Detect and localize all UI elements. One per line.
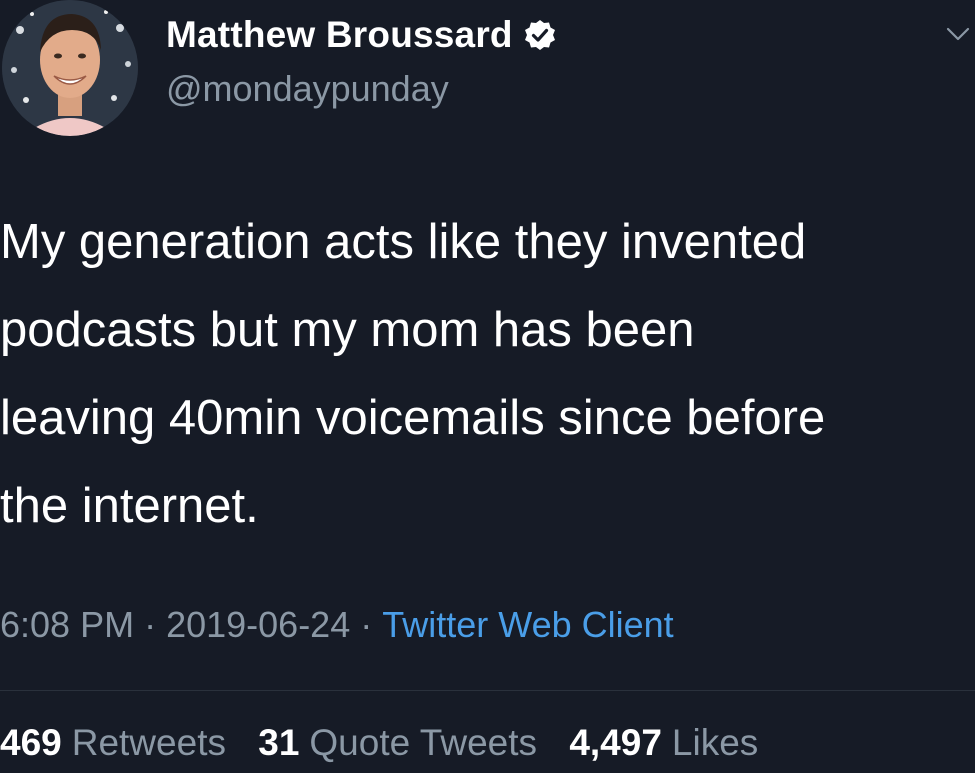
tweet-date[interactable]: 2019-06-24 xyxy=(166,604,350,645)
meta-separator: · xyxy=(144,604,157,645)
quote-tweets-stat[interactable]: 31 Quote Tweets xyxy=(258,722,537,763)
tweet-client-link[interactable]: Twitter Web Client xyxy=(382,604,673,645)
tweet-time[interactable]: 6:08 PM xyxy=(0,604,134,645)
chevron-down-icon[interactable] xyxy=(944,20,972,48)
handle[interactable]: @mondaypunday xyxy=(166,68,557,110)
avatar[interactable] xyxy=(2,0,138,136)
divider xyxy=(0,690,975,691)
author-name-row: Matthew Broussard xyxy=(166,10,557,60)
avatar-image xyxy=(2,0,138,136)
likes-count: 4,497 xyxy=(569,722,662,763)
meta-separator: · xyxy=(360,604,373,645)
tweet-stats: 469 Retweets 31 Quote Tweets 4,497 Likes xyxy=(0,722,780,764)
quote-tweets-label: Quote Tweets xyxy=(309,722,538,763)
verified-badge-icon xyxy=(523,18,557,52)
retweets-label: Retweets xyxy=(71,722,226,763)
retweets-stat[interactable]: 469 Retweets xyxy=(0,722,226,763)
author-block: Matthew Broussard @mondaypunday xyxy=(166,10,557,110)
display-name[interactable]: Matthew Broussard xyxy=(166,14,513,56)
retweets-count: 469 xyxy=(0,722,62,763)
tweet-text: My generation acts like they invented po… xyxy=(0,215,826,533)
likes-stat[interactable]: 4,497 Likes xyxy=(569,722,758,763)
tweet: Matthew Broussard @mondaypunday My gener… xyxy=(0,0,975,773)
likes-label: Likes xyxy=(671,722,759,763)
quote-tweets-count: 31 xyxy=(258,722,300,763)
tweet-meta: 6:08 PM · 2019-06-24 · Twitter Web Client xyxy=(0,604,674,646)
